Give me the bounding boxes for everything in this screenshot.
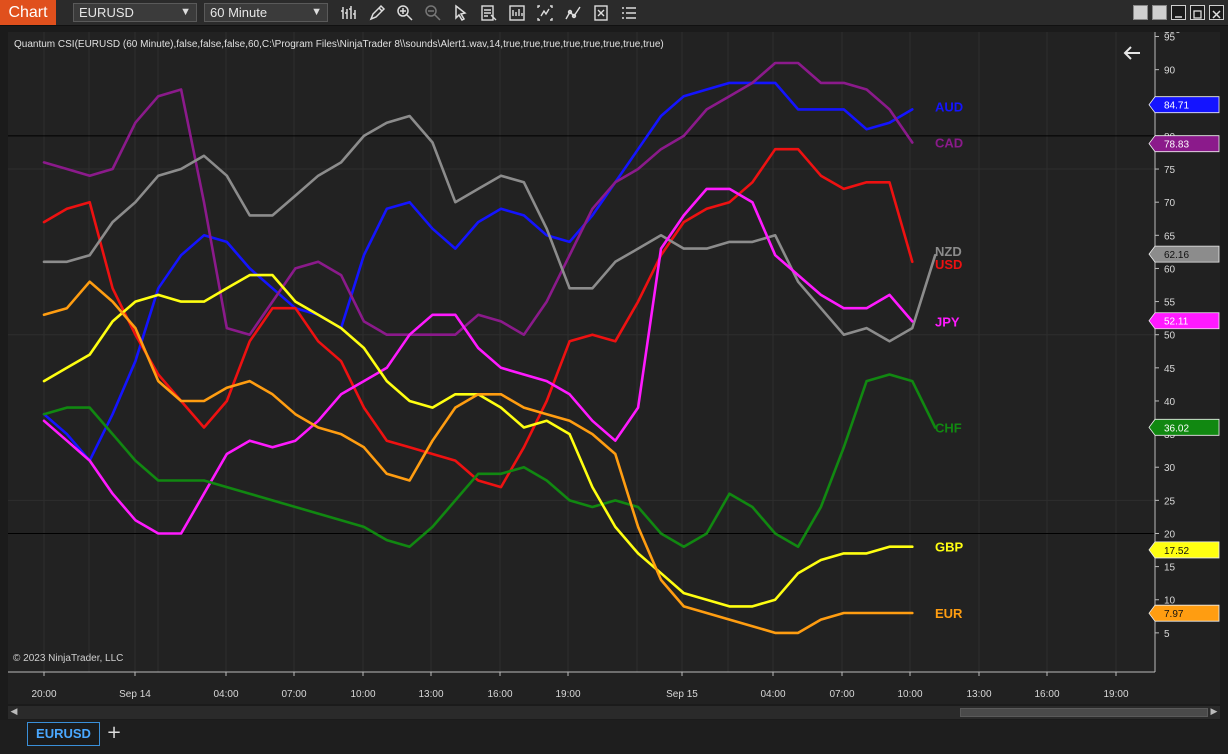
indicator-label: Quantum CSI(EURUSD (60 Minute),false,fal… (14, 39, 664, 50)
add-tab-button[interactable]: + (104, 722, 124, 746)
properties-list-icon[interactable] (620, 4, 638, 22)
price-tag-value: 36.02 (1164, 423, 1189, 434)
chart-title-tab[interactable]: Chart (0, 0, 56, 25)
chevron-down-icon: ▼ (180, 6, 191, 18)
price-tag-value: 52.11 (1164, 317, 1189, 328)
price-tag-cad: 78.83 (1148, 135, 1220, 153)
y-tick-label: 30 (1164, 463, 1176, 474)
y-tick-label: 45 (1164, 364, 1176, 375)
series-label-aud: AUD (935, 99, 963, 114)
plot-area (8, 32, 1155, 672)
y-tick-label: 50 (1164, 331, 1176, 342)
ninjatrader-window: Chart EURUSD ▼ 60 Minute ▼ AUD CAD USD N… (0, 0, 1228, 754)
x-tick-label: Sep 15 (666, 689, 698, 700)
arrow-left-icon[interactable] (1121, 42, 1143, 64)
price-tag-value: 62.16 (1164, 250, 1189, 261)
horizontal-scrollbar[interactable]: ◀ ▶ (8, 706, 1220, 719)
instrument-select-value: EURUSD (79, 5, 134, 20)
chart-toolbar: Chart EURUSD ▼ 60 Minute ▼ (0, 0, 1228, 26)
y-tick-label: 90 (1164, 66, 1176, 77)
price-tag-gbp: 17.52 (1148, 541, 1220, 559)
series-label-gbp: GBP (935, 540, 964, 555)
minimize-button[interactable] (1171, 5, 1186, 20)
tab-eurusd[interactable]: EURUSD (27, 722, 100, 746)
cursor-icon[interactable] (452, 4, 470, 22)
y-tick-label: 65 (1164, 231, 1176, 242)
price-tag-jpy: 52.11 (1148, 312, 1220, 330)
interval-select[interactable]: 60 Minute ▼ (204, 3, 328, 22)
price-tag-shape (1148, 604, 1220, 622)
pencil-icon[interactable] (368, 4, 386, 22)
price-tag-value: 17.52 (1164, 546, 1189, 557)
x-tick-label: 19:00 (1103, 689, 1128, 700)
x-tick-label: 16:00 (487, 689, 512, 700)
price-tag-value: 7.97 (1164, 609, 1184, 620)
price-tag-aud: 84.71 (1148, 96, 1220, 114)
indicators-icon[interactable] (536, 4, 554, 22)
x-tick-label: 19:00 (555, 689, 580, 700)
close-button[interactable] (1209, 5, 1224, 20)
window-option-button[interactable] (1133, 5, 1148, 20)
y-tick-label: 55 (1164, 298, 1176, 309)
price-tag-chf: 36.02 (1148, 418, 1220, 436)
strategies-icon[interactable] (508, 4, 526, 22)
series-label-nzd: NZD (935, 244, 962, 259)
y-tick-label: 5 (1164, 629, 1170, 640)
y-tick-label: 15 (1164, 563, 1176, 574)
y-tick-label: 60 (1164, 264, 1176, 275)
bars-type-icon[interactable] (340, 4, 358, 22)
scroll-thumb[interactable] (960, 708, 1208, 717)
y-tick-label: 40 (1164, 397, 1176, 408)
chevron-down-icon: ▼ (311, 6, 322, 18)
instrument-select[interactable]: EURUSD ▼ (73, 3, 197, 22)
y-tick-label: 25 (1164, 496, 1176, 507)
x-tick-label: 04:00 (760, 689, 785, 700)
x-tick-label: 10:00 (897, 689, 922, 700)
maximize-button[interactable] (1190, 5, 1205, 20)
price-tag-value: 78.83 (1164, 140, 1189, 151)
y-tick-label: 100 (1164, 32, 1181, 36)
x-tick-label: 10:00 (350, 689, 375, 700)
csi-chart[interactable]: AUDCADUSDNZDJPYCHFGBPEUR 510152025303540… (8, 32, 1220, 704)
scroll-left-icon[interactable]: ◀ (8, 706, 20, 719)
x-tick-label: 16:00 (1034, 689, 1059, 700)
chart-panel[interactable]: AUDCADUSDNZDJPYCHFGBPEUR 510152025303540… (8, 32, 1220, 704)
window-option-button[interactable] (1152, 5, 1167, 20)
interval-select-value: 60 Minute (210, 5, 268, 20)
copyright-text: © 2023 NinjaTrader, LLC (13, 653, 124, 664)
series-label-chf: CHF (935, 420, 962, 435)
series-label-jpy: JPY (935, 314, 960, 329)
x-tick-label: 13:00 (418, 689, 443, 700)
x-tick-label: 07:00 (829, 689, 854, 700)
draw-line-icon[interactable] (564, 4, 582, 22)
y-tick-label: 20 (1164, 529, 1176, 540)
price-tag-nzd: 62.16 (1148, 245, 1220, 263)
price-tag-eur: 7.97 (1148, 604, 1220, 622)
y-tick-label: 75 (1164, 165, 1176, 176)
series-label-eur: EUR (935, 606, 963, 621)
x-tick-label: 20:00 (31, 689, 56, 700)
templates-icon[interactable] (592, 4, 610, 22)
price-tag-value: 84.71 (1164, 101, 1189, 112)
chart-tab-bar: EURUSD + (0, 720, 1228, 754)
series-label-cad: CAD (935, 136, 963, 151)
y-tick-label: 70 (1164, 198, 1176, 209)
data-box-icon[interactable] (480, 4, 498, 22)
x-tick-label: 04:00 (213, 689, 238, 700)
x-tick-label: Sep 14 (119, 689, 151, 700)
scroll-right-icon[interactable]: ▶ (1208, 706, 1220, 719)
x-tick-label: 07:00 (281, 689, 306, 700)
zoom-out-icon[interactable] (424, 4, 442, 22)
x-tick-label: 13:00 (966, 689, 991, 700)
zoom-in-icon[interactable] (396, 4, 414, 22)
